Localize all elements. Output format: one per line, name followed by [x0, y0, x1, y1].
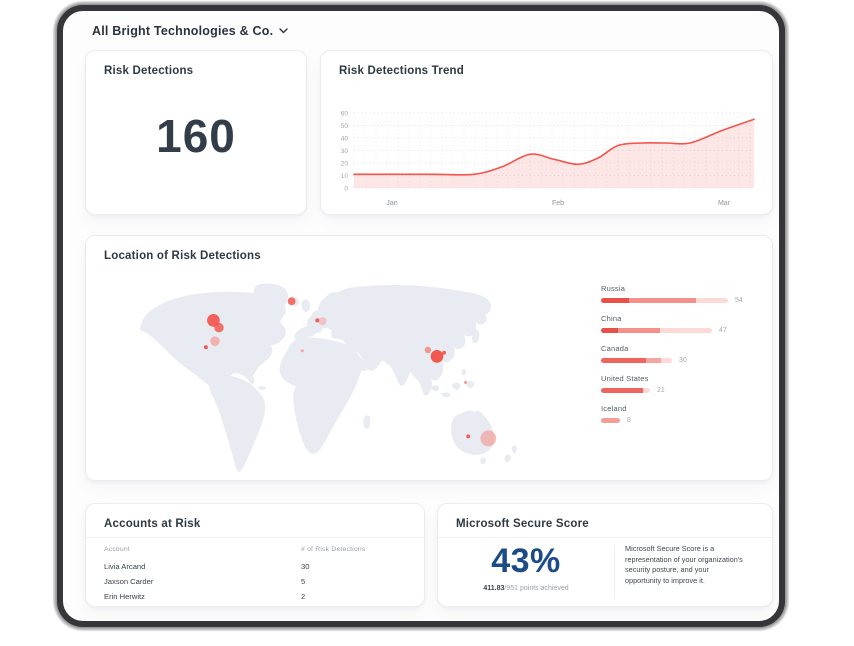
risk-location-dot — [318, 317, 326, 325]
country-bar-list: Russia 54 China 47 Canada 30 United States 21 Ic… — [601, 284, 769, 434]
svg-text:40: 40 — [341, 135, 349, 142]
company-selector-label: All Bright Technologies & Co. — [92, 24, 273, 38]
card-title: Microsoft Secure Score — [456, 518, 589, 530]
country-row: China 47 — [601, 314, 769, 334]
svg-text:Mar: Mar — [718, 200, 731, 207]
country-label: United States — [601, 374, 769, 383]
points-achieved: 411.83 — [483, 585, 504, 592]
secure-score-points: 411.83/951 points achieved — [438, 585, 614, 592]
country-value: 8 — [627, 417, 631, 424]
risk-location-dot — [431, 350, 444, 363]
secure-score-card: Microsoft Secure Score 43% 411.83/951 po… — [437, 503, 773, 607]
country-row: Russia 54 — [601, 284, 769, 304]
country-value: 21 — [657, 387, 665, 394]
risk-location-dot — [464, 381, 467, 384]
risk-trend-card: Risk Detections Trend 0 10 20 30 40 50 60 Jan Fe… — [320, 50, 773, 215]
svg-text:50: 50 — [341, 123, 349, 130]
detection-count: 2 — [301, 592, 305, 601]
country-bar — [601, 328, 712, 333]
risk-location-dot — [301, 349, 304, 352]
location-card: Location of Risk Detections — [85, 235, 773, 481]
svg-text:20: 20 — [341, 160, 349, 167]
secure-score-value-block: 43% 411.83/951 points achieved — [438, 542, 614, 592]
country-value: 47 — [719, 327, 727, 334]
accounts-table-body: Livia Arcand30Jaxson Carder5Erin Herwitz… — [104, 559, 406, 604]
card-title: Location of Risk Detections — [104, 250, 261, 262]
svg-text:Feb: Feb — [552, 200, 564, 207]
risk-location-dot — [204, 345, 208, 349]
divider — [438, 537, 772, 538]
svg-text:Jan: Jan — [386, 200, 397, 207]
risk-location-dot — [466, 434, 470, 438]
column-account: Account — [104, 546, 301, 553]
table-row: Erin Herwitz2 — [104, 589, 406, 604]
country-label: China — [601, 314, 769, 323]
table-row: Jaxson Carder5 — [104, 574, 406, 589]
country-bar — [601, 388, 650, 393]
table-header: Account # of Risk Detections — [104, 546, 406, 553]
chevron-down-icon — [279, 28, 288, 34]
country-row: Iceland 8 — [601, 404, 769, 424]
risk-location-dot — [214, 323, 223, 333]
country-label: Canada — [601, 344, 769, 353]
points-total: /951 points achieved — [504, 585, 568, 592]
country-bar — [601, 358, 672, 363]
country-bar — [601, 418, 620, 423]
accounts-card: Accounts at Risk Account # of Risk Detec… — [85, 503, 425, 607]
country-value: 54 — [735, 297, 743, 304]
svg-text:30: 30 — [341, 148, 349, 155]
svg-text:10: 10 — [341, 173, 349, 180]
divider — [86, 537, 424, 538]
table-row: Livia Arcand30 — [104, 559, 406, 574]
svg-text:0: 0 — [344, 185, 348, 192]
card-title: Risk Detections — [104, 65, 193, 77]
trend-area-chart: 0 10 20 30 40 50 60 Jan Feb Mar — [328, 105, 764, 209]
company-selector[interactable]: All Bright Technologies & Co. — [92, 24, 288, 38]
country-row: United States 21 — [601, 374, 769, 394]
detection-count: 5 — [301, 577, 305, 586]
country-value: 30 — [679, 357, 687, 364]
risk-location-dot — [480, 430, 496, 446]
secure-score-description: Microsoft Secure Score is a representati… — [625, 544, 743, 586]
risk-location-dot — [442, 351, 446, 355]
risk-location-dot — [425, 347, 431, 353]
detection-count: 30 — [301, 562, 309, 571]
secure-score-percent: 43% — [438, 542, 614, 581]
card-title: Risk Detections Trend — [339, 65, 464, 77]
country-bar — [601, 298, 728, 303]
risk-detections-count: 160 — [86, 109, 306, 163]
risk-detections-card: Risk Detections 160 — [85, 50, 307, 215]
country-label: Iceland — [601, 404, 769, 413]
country-label: Russia — [601, 284, 769, 293]
dashboard-canvas: All Bright Technologies & Co. Risk Detec… — [57, 5, 785, 627]
account-name: Livia Arcand — [104, 562, 301, 571]
card-title: Accounts at Risk — [104, 518, 201, 530]
account-name: Erin Herwitz — [104, 592, 301, 601]
risk-location-dot — [288, 297, 296, 305]
vertical-divider — [614, 546, 615, 598]
world-map — [136, 282, 531, 478]
svg-text:60: 60 — [341, 110, 349, 117]
account-name: Jaxson Carder — [104, 577, 301, 586]
risk-location-dot — [210, 336, 219, 346]
country-row: Canada 30 — [601, 344, 769, 364]
column-detections: # of Risk Detections — [301, 546, 365, 553]
